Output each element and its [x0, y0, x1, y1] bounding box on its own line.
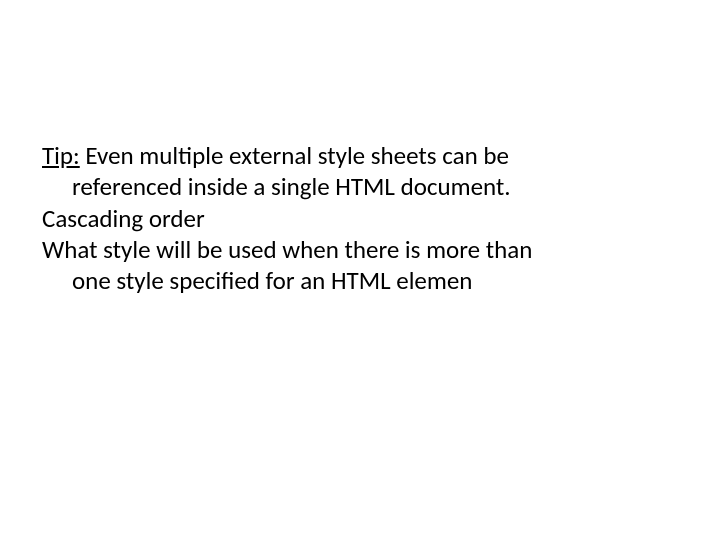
question-line-1: What style will be used when there is mo… — [42, 234, 678, 265]
slide-text-block: Tip: Even multiple external style sheets… — [42, 140, 678, 296]
tip-line-1: Tip: Even multiple external style sheets… — [42, 140, 678, 171]
tip-line-2: referenced inside a single HTML document… — [42, 171, 678, 202]
tip-line-1-rest: Even multiple external style sheets can … — [80, 140, 509, 171]
question-line-2: one style specified for an HTML elemen — [42, 265, 678, 296]
cascading-heading: Cascading order — [42, 203, 678, 234]
tip-label: Tip: — [42, 140, 80, 171]
